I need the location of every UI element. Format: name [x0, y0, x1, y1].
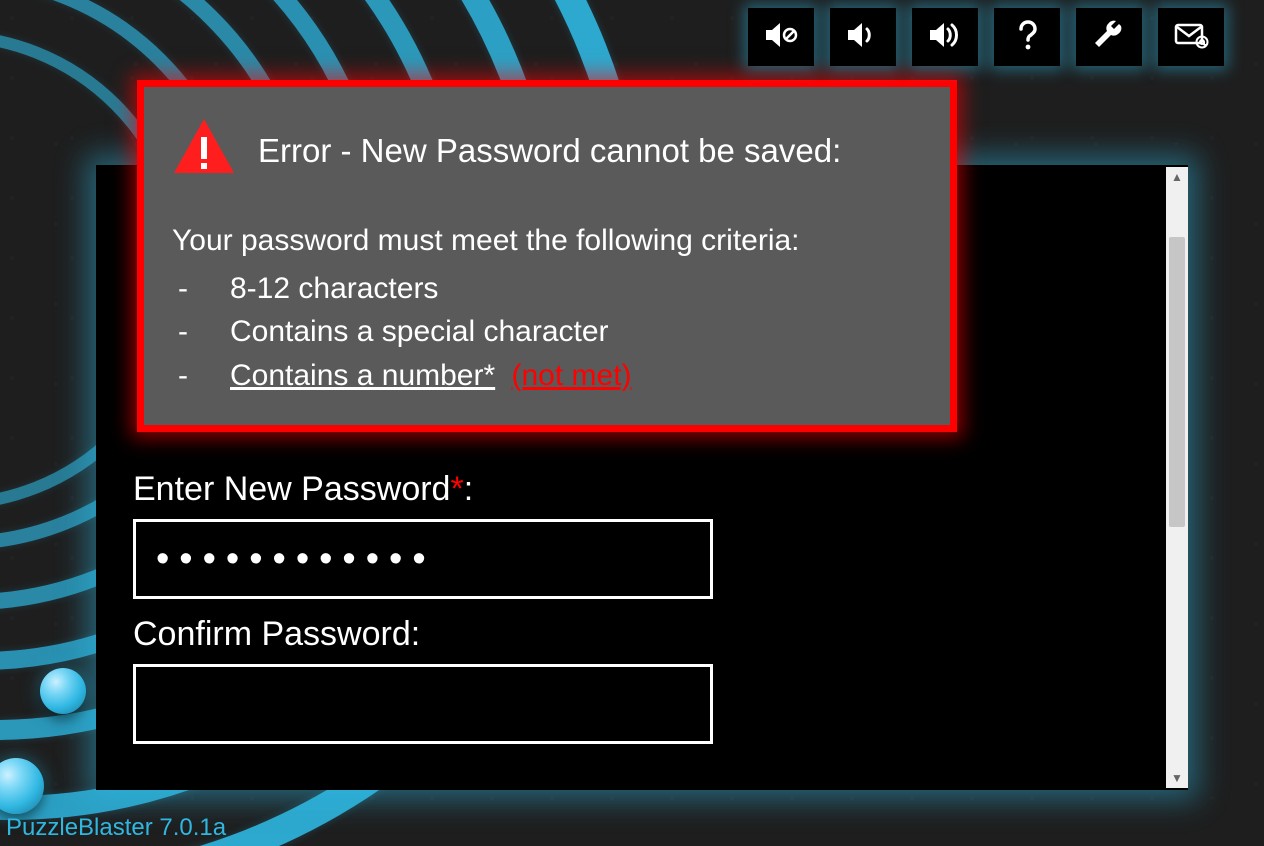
- volume-down-icon: [845, 17, 881, 58]
- error-dialog: Error - New Password cannot be saved: Yo…: [137, 80, 957, 432]
- help-button[interactable]: [994, 8, 1060, 66]
- volume-down-button[interactable]: [830, 8, 896, 66]
- required-star: *: [450, 470, 463, 508]
- criteria-item: - Contains a special character: [172, 310, 922, 354]
- confirm-password-input[interactable]: [133, 664, 713, 744]
- bg-orb: [40, 668, 86, 714]
- help-icon: [1009, 17, 1045, 58]
- app-version-label: PuzzleBlaster 7.0.1a: [6, 814, 226, 842]
- error-title: Error - New Password cannot be saved:: [258, 132, 841, 170]
- criteria-text: 8-12 characters: [230, 267, 438, 311]
- mail-at-icon: [1173, 17, 1209, 58]
- settings-button[interactable]: [1076, 8, 1142, 66]
- error-header: Error - New Password cannot be saved:: [172, 115, 922, 187]
- new-password-input[interactable]: [133, 519, 713, 599]
- confirm-password-row: Confirm Password:: [133, 615, 713, 744]
- wrench-icon: [1091, 17, 1127, 58]
- error-intro: Your password must meet the following cr…: [172, 219, 922, 263]
- mute-button[interactable]: [748, 8, 814, 66]
- criteria-item: - 8-12 characters: [172, 267, 922, 311]
- volume-up-icon: [927, 17, 963, 58]
- new-password-row: Enter New Password*:: [133, 470, 713, 599]
- password-form: Enter New Password*: Confirm Password:: [133, 470, 713, 760]
- criteria-text: Contains a special character: [230, 310, 609, 354]
- criteria-text: Contains a number*: [230, 359, 495, 392]
- volume-up-button[interactable]: [912, 8, 978, 66]
- criteria-item: - Contains a number* (not met): [172, 354, 922, 398]
- warning-icon: [172, 115, 236, 187]
- contact-button[interactable]: [1158, 8, 1224, 66]
- toolbar: [748, 8, 1224, 66]
- error-body: Your password must meet the following cr…: [172, 219, 922, 397]
- scroll-down-icon[interactable]: ▼: [1166, 768, 1188, 788]
- new-password-label: Enter New Password*:: [133, 470, 713, 509]
- scroll-up-icon[interactable]: ▲: [1166, 167, 1188, 187]
- criteria-not-met-flag: (not met): [512, 359, 632, 392]
- scroll-thumb[interactable]: [1169, 237, 1185, 527]
- criteria-list: - 8-12 characters - Contains a special c…: [172, 267, 922, 398]
- mute-icon: [763, 17, 799, 58]
- confirm-password-label: Confirm Password:: [133, 615, 713, 654]
- scrollbar[interactable]: ▲ ▼: [1166, 167, 1188, 788]
